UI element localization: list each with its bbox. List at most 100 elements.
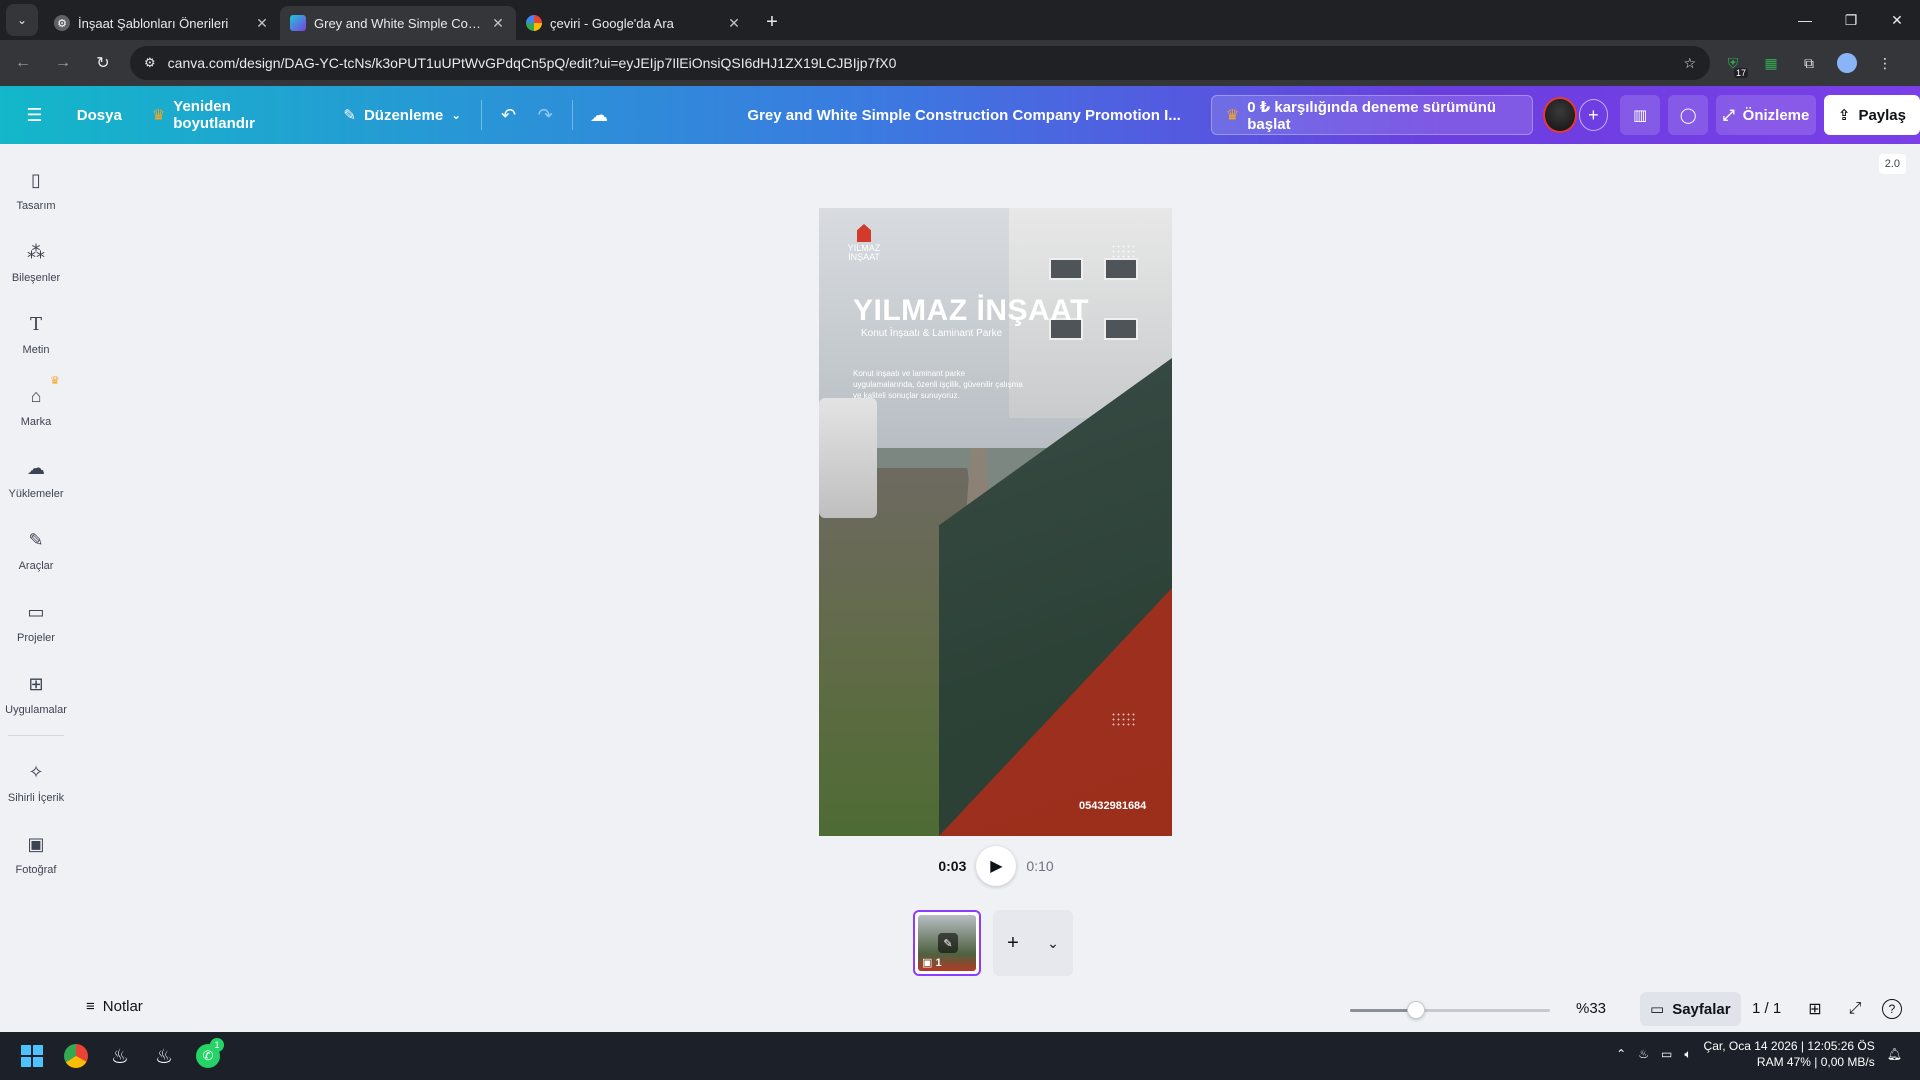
preview-button[interactable]: ⤢ Önizleme xyxy=(1716,95,1816,135)
window-controls: — ❐ ✕ xyxy=(1782,0,1920,40)
notification-bell-icon[interactable]: 🔔︎ xyxy=(1887,1047,1902,1061)
start-trial-button[interactable]: ♛ 0 ₺ karşılığında deneme sürümünü başla… xyxy=(1210,95,1534,135)
dot-pattern xyxy=(1111,712,1137,726)
crown-icon: ♛ xyxy=(1225,107,1240,124)
resize-button[interactable]: ♛ Yeniden boyutlandır xyxy=(140,95,316,135)
zoom-slider-handle[interactable] xyxy=(1407,1001,1425,1019)
back-icon[interactable]: ← xyxy=(6,46,40,80)
browser-tab-1[interactable]: ⚙ İnşaat Şablonları Önerileri ✕ xyxy=(44,6,280,40)
reload-icon[interactable]: ↻ xyxy=(86,46,120,80)
sidebar-item-label: Sihirli İçerik xyxy=(7,792,65,804)
user-avatar[interactable] xyxy=(1543,97,1577,133)
draw-tool-icon: ✎ xyxy=(28,529,44,550)
document-title[interactable]: Grey and White Simple Construction Compa… xyxy=(747,107,1180,124)
sidebar-item-projects[interactable]: ▭ Projeler xyxy=(0,598,72,645)
zoom-slider[interactable] xyxy=(1350,1001,1550,1019)
crown-icon: ♛ xyxy=(151,107,166,124)
zoom-level[interactable]: %33 xyxy=(1576,1000,1606,1017)
headline-text[interactable]: YILMAZ İNŞAAT xyxy=(853,294,1089,328)
sidebar-item-apps[interactable]: ⊞ Uygulamalar xyxy=(0,670,72,717)
whatsapp-icon[interactable]: ✆ 1 xyxy=(188,1036,228,1076)
tab-search-chevron-icon[interactable]: ⌄ xyxy=(6,4,38,36)
divider xyxy=(571,100,573,130)
page-count: 1 / 1 xyxy=(1752,1000,1782,1017)
subheadline-text[interactable]: Konut İnşaatı & Laminant Parke xyxy=(861,328,1002,339)
phone-number-text[interactable]: 05432981684 xyxy=(1079,800,1146,812)
redo-icon[interactable]: ↷ xyxy=(527,95,564,135)
preview-label: Önizleme xyxy=(1742,106,1810,124)
sidebar-item-design[interactable]: ▯ Tasarım xyxy=(0,166,72,213)
close-tab-icon[interactable]: ✕ xyxy=(490,15,506,32)
steam-icon[interactable]: ♨ xyxy=(100,1036,140,1076)
close-window-icon[interactable]: ✕ xyxy=(1874,0,1920,40)
browser-menu-icon[interactable]: ⋮ xyxy=(1870,48,1900,78)
photo-parked-car xyxy=(819,398,877,518)
sidebar-item-text[interactable]: T Metin xyxy=(0,310,72,357)
address-bar[interactable]: ⚙ canva.com/design/DAG-YC-tcNs/k3oPUT1uU… xyxy=(130,46,1710,80)
comment-icon[interactable]: ◯ xyxy=(1668,95,1709,135)
description-text[interactable]: Konut inşaatı ve laminant parke uygulama… xyxy=(853,368,1023,401)
tab-title: Grey and White Simple Constru xyxy=(314,15,482,31)
browser-tab-strip: ⌄ ⚙ İnşaat Şablonları Önerileri ✕ Grey a… xyxy=(0,0,1920,40)
sidebar-item-tools[interactable]: ✎ Araçlar xyxy=(0,526,72,573)
pencil-icon: ✎ xyxy=(343,107,356,124)
insights-chart-icon[interactable]: ▥ xyxy=(1620,95,1661,135)
page-thumbnail[interactable]: ✎ ▣ 1 xyxy=(913,910,981,976)
windows-start-icon[interactable] xyxy=(12,1036,52,1076)
file-menu-button[interactable]: Dosya xyxy=(65,95,134,135)
extensions-puzzle-icon[interactable]: ⧉ xyxy=(1794,48,1824,78)
editor-workspace: ▯ Tasarım ⁂ Bileşenler T Metin ♛ ⌂ Marka… xyxy=(0,144,1920,1032)
restore-icon[interactable]: ❐ xyxy=(1828,0,1874,40)
fullscreen-icon[interactable]: ⤢ xyxy=(1842,996,1868,1022)
cloud-saved-icon[interactable]: ☁ xyxy=(581,95,618,135)
extension-shield-icon[interactable]: ⛨ 17 xyxy=(1718,48,1748,78)
clock[interactable]: Çar, Oca 14 2026 | 12:05:26 ÖS RAM 47% |… xyxy=(1704,1038,1875,1070)
browser-tab-3[interactable]: çeviri - Google'da Ara ✕ xyxy=(516,6,752,40)
add-page-chevron-icon[interactable]: ⌄ xyxy=(1047,935,1059,952)
page-number: 1 xyxy=(935,957,942,969)
close-tab-icon[interactable]: ✕ xyxy=(254,15,270,32)
net-speed: 0,00 MB/s xyxy=(1820,1055,1875,1069)
sidebar-item-photos[interactable]: ▣ Fotoğraf xyxy=(0,830,72,877)
start-trial-label: 0 ₺ karşılığında deneme sürümünü başlat xyxy=(1247,98,1497,133)
notes-button[interactable]: ≡ Notlar xyxy=(86,998,143,1015)
site-settings-icon[interactable]: ⚙ xyxy=(144,55,156,71)
company-logo[interactable]: YILMAZ İNŞAAT xyxy=(839,224,889,262)
volume-icon[interactable]: 🔈︎ xyxy=(1684,1047,1691,1062)
design-page[interactable]: YILMAZ İNŞAAT YILMAZ İNŞAAT Konut İnşaat… xyxy=(819,208,1172,836)
tab-title: İnşaat Şablonları Önerileri xyxy=(78,15,229,31)
sidebar-item-magic-media[interactable]: ✧ Sihirli İçerik xyxy=(0,758,72,805)
network-icon[interactable]: ▭ xyxy=(1661,1047,1672,1061)
invite-plus-icon[interactable]: + xyxy=(1578,99,1609,131)
steam-alt-icon[interactable]: ♨ xyxy=(144,1036,184,1076)
sidebar-item-brand[interactable]: ♛ ⌂ Marka xyxy=(0,375,72,428)
hamburger-menu-icon[interactable]: ☰ xyxy=(16,95,53,135)
pages-button[interactable]: ▭ Sayfalar xyxy=(1640,992,1741,1026)
bookmark-star-icon[interactable]: ☆ xyxy=(1683,55,1696,72)
edit-pencil-icon[interactable]: ✎ xyxy=(938,933,958,953)
sidebar-item-uploads[interactable]: ☁ Yüklemeler xyxy=(0,454,72,501)
house-logo-icon xyxy=(857,224,871,242)
new-tab-icon[interactable]: + xyxy=(758,8,786,36)
extension-sheet-icon[interactable]: ▦ xyxy=(1756,48,1786,78)
share-button[interactable]: ⇪ Paylaş xyxy=(1823,95,1920,135)
close-tab-icon[interactable]: ✕ xyxy=(726,15,742,32)
browser-tab-2[interactable]: Grey and White Simple Constru ✕ xyxy=(280,6,516,40)
editing-mode-label: Düzenleme xyxy=(363,106,444,124)
editing-mode-button[interactable]: ✎ Düzenleme ⌄ xyxy=(331,95,473,135)
forward-icon[interactable]: → xyxy=(46,46,80,80)
file-menu-label: Dosya xyxy=(76,106,122,124)
steam-tray-icon[interactable]: ♨ xyxy=(1638,1047,1649,1061)
editor-footer: ≡ Notlar %33 ▭ Sayfalar 1 / 1 ⊞ ⤢ ? xyxy=(0,988,1920,1032)
grid-view-icon[interactable]: ⊞ xyxy=(1802,996,1828,1022)
sidebar-item-elements[interactable]: ⁂ Bileşenler xyxy=(0,238,72,285)
minimize-icon[interactable]: — xyxy=(1782,0,1828,40)
help-icon[interactable]: ? xyxy=(1882,999,1902,1019)
add-page-plus-icon[interactable]: + xyxy=(1007,932,1019,955)
system-tray: ⌃ ♨ ▭ 🔈︎ Çar, Oca 14 2026 | 12:05:26 ÖS … xyxy=(1616,1038,1902,1070)
tray-chevron-icon[interactable]: ⌃ xyxy=(1616,1047,1626,1061)
profile-avatar-icon[interactable] xyxy=(1832,48,1862,78)
play-icon[interactable]: ▶ xyxy=(976,846,1017,886)
chrome-icon[interactable] xyxy=(56,1036,96,1076)
undo-icon[interactable]: ↶ xyxy=(490,95,527,135)
